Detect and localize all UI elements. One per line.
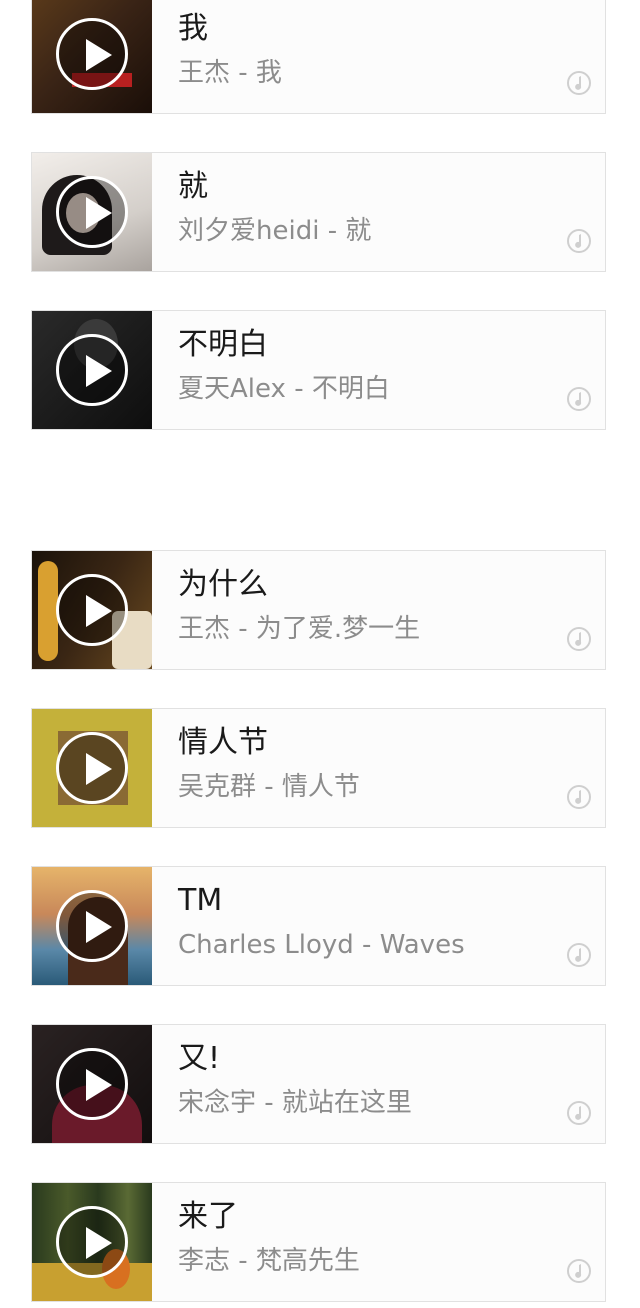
- album-cover: [32, 311, 152, 429]
- song-subtitle: Charles Lloyd - Waves: [178, 930, 465, 960]
- album-cover: [32, 0, 152, 113]
- song-title: 不明白: [178, 327, 268, 362]
- play-icon[interactable]: [56, 334, 128, 406]
- song-title: 我: [178, 11, 208, 46]
- album-cover: [32, 153, 152, 271]
- album-cover: [32, 1025, 152, 1143]
- music-note-icon: [567, 627, 591, 651]
- play-icon[interactable]: [56, 732, 128, 804]
- song-subtitle: 宋念宇 - 就站在这里: [178, 1088, 412, 1118]
- song-card[interactable]: 我 王杰 - 我: [31, 0, 606, 114]
- song-card[interactable]: TM Charles Lloyd - Waves: [31, 866, 606, 986]
- song-subtitle: 王杰 - 我: [178, 58, 282, 88]
- music-note-icon: [567, 1101, 591, 1125]
- song-subtitle: 吴克群 - 情人节: [178, 772, 360, 802]
- song-card[interactable]: 情人节 吴克群 - 情人节: [31, 708, 606, 828]
- song-title: 情人节: [178, 725, 268, 760]
- song-card[interactable]: 为什么 王杰 - 为了爱.梦一生: [31, 550, 606, 670]
- music-note-icon: [567, 943, 591, 967]
- play-icon[interactable]: [56, 574, 128, 646]
- play-icon[interactable]: [56, 890, 128, 962]
- song-title: 为什么: [178, 567, 268, 602]
- play-icon[interactable]: [56, 176, 128, 248]
- song-subtitle: 王杰 - 为了爱.梦一生: [178, 614, 421, 644]
- song-card[interactable]: 又! 宋念宇 - 就站在这里: [31, 1024, 606, 1144]
- song-subtitle: 刘夕爱heidi - 就: [178, 216, 372, 246]
- album-cover: [32, 867, 152, 985]
- song-title: 来了: [178, 1199, 238, 1234]
- song-subtitle: 夏天Alex - 不明白: [178, 374, 390, 404]
- music-note-icon: [567, 785, 591, 809]
- song-title: 又!: [178, 1041, 221, 1076]
- play-icon[interactable]: [56, 1048, 128, 1120]
- song-title: TM: [178, 883, 223, 918]
- song-title: 就: [178, 169, 208, 204]
- song-card[interactable]: 就 刘夕爱heidi - 就: [31, 152, 606, 272]
- album-cover: [32, 709, 152, 827]
- album-cover: [32, 1183, 152, 1301]
- play-icon[interactable]: [56, 1206, 128, 1278]
- music-note-icon: [567, 387, 591, 411]
- music-note-icon: [567, 229, 591, 253]
- song-card[interactable]: 来了 李志 - 梵高先生: [31, 1182, 606, 1302]
- song-subtitle: 李志 - 梵高先生: [178, 1246, 360, 1276]
- music-note-icon: [567, 71, 591, 95]
- music-note-icon: [567, 1259, 591, 1283]
- play-icon[interactable]: [56, 18, 128, 90]
- album-cover: [32, 551, 152, 669]
- song-card[interactable]: 不明白 夏天Alex - 不明白: [31, 310, 606, 430]
